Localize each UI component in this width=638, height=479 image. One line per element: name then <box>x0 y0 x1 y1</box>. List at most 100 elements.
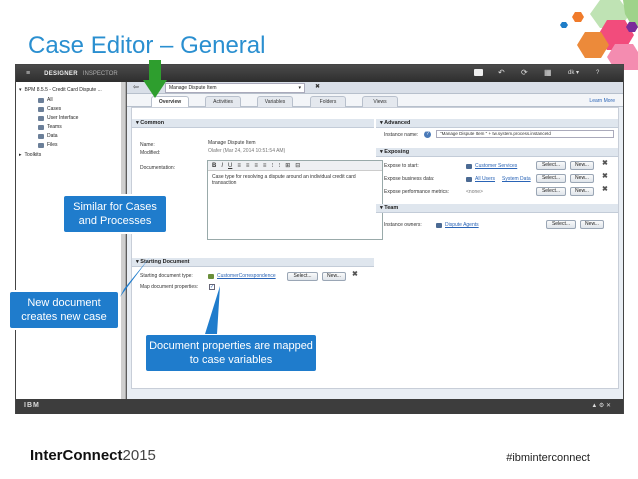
tree-item-files[interactable]: Files <box>38 142 58 148</box>
files-icon <box>38 142 44 148</box>
team-icon <box>466 177 472 182</box>
instance-owners-label: Instance owners: <box>384 222 422 228</box>
dropdown-icon[interactable]: ▾ <box>298 85 301 91</box>
callout-new-document: New document creates new case <box>8 290 120 330</box>
hexagon-decoration <box>560 0 638 70</box>
new-button[interactable]: New... <box>570 174 594 183</box>
instance-owners-link[interactable]: Dispute Agents <box>445 222 479 228</box>
section-common[interactable]: ▾ Common <box>132 119 374 128</box>
tree-toolkits[interactable]: ▸ Toolkits <box>19 152 41 158</box>
section-starting-document[interactable]: ▾ Starting Document <box>132 258 374 267</box>
tab-variables[interactable]: Variables <box>257 96 293 107</box>
remove-icon[interactable]: ✖ <box>602 172 608 180</box>
refresh-icon[interactable]: ⟳ <box>521 69 528 77</box>
tab-activities[interactable]: Activities <box>205 96 241 107</box>
expand-icon: ▾ <box>19 87 22 93</box>
remove-icon[interactable]: ✖ <box>602 159 608 167</box>
status-icons: ▲ ⚙ ✕ <box>591 403 611 409</box>
top-toolbar: ≡ DESIGNER INSPECTOR ↶ ⟳ ▦ dk ▾ ? <box>16 65 623 82</box>
remove-icon[interactable]: ✖ <box>352 270 358 278</box>
justify-button[interactable]: ≡ <box>263 163 267 169</box>
bullet-list-button[interactable]: ⁝ <box>271 162 273 169</box>
ui-icon <box>38 115 44 121</box>
callout-pointer <box>205 286 220 334</box>
scrollbar[interactable] <box>121 82 125 399</box>
designer-tab[interactable]: DESIGNER <box>44 71 78 77</box>
new-button[interactable]: New... <box>570 161 594 170</box>
designer-window: ≡ DESIGNER INSPECTOR ↶ ⟳ ▦ dk ▾ ? ▾ BPM 8… <box>15 64 624 414</box>
select-button[interactable]: Select... <box>546 220 576 229</box>
new-button[interactable]: New... <box>322 272 346 281</box>
section-team[interactable]: ▾ Team <box>376 204 618 213</box>
italic-button[interactable]: I <box>221 163 223 169</box>
callout-document-properties: Document properties are mapped to case v… <box>144 333 318 373</box>
data-icon <box>38 133 44 139</box>
new-button[interactable]: New... <box>580 220 604 229</box>
expose-metrics-label: Expose performance metrics: <box>384 189 450 195</box>
interconnect-year: 2015 <box>122 447 156 464</box>
back-arrow-icon[interactable]: ⇦ <box>133 83 139 91</box>
undo-icon[interactable]: ↶ <box>498 69 505 77</box>
help-icon[interactable]: ? <box>596 69 599 77</box>
modified-label: Modified: <box>140 150 161 156</box>
expose-data-link[interactable]: All Users <box>475 176 495 182</box>
section-exposing[interactable]: ▾ Exposing <box>376 148 618 157</box>
instance-name-label: Instance name: <box>384 132 419 138</box>
new-button[interactable]: New... <box>570 187 594 196</box>
snapshot-icon[interactable] <box>474 69 483 76</box>
tab-views[interactable]: Views <box>362 96 398 107</box>
underline-button[interactable]: U <box>228 163 232 169</box>
starting-doc-type-link[interactable]: CustomerCorrespondence <box>217 273 276 279</box>
tree-item-data[interactable]: Data <box>38 133 58 139</box>
document-tab-bar: ⇦ Manage Dispute Item ▾ ✖ <box>127 82 623 94</box>
indent-button[interactable]: ⊞ <box>285 162 290 169</box>
tab-folders[interactable]: Folders <box>310 96 346 107</box>
tree-item-all[interactable]: All <box>38 97 53 103</box>
outdent-button[interactable]: ⊟ <box>295 162 300 169</box>
bold-button[interactable]: B <box>212 163 216 169</box>
case-icon <box>38 106 44 112</box>
name-label: Name: <box>140 142 155 148</box>
ibm-logo: IBM <box>24 402 40 409</box>
menu-icon[interactable]: ≡ <box>26 70 30 77</box>
align-right-button[interactable]: ≡ <box>254 163 258 169</box>
name-value[interactable]: Manage Dispute Item <box>208 140 256 146</box>
select-button[interactable]: Select... <box>536 161 566 170</box>
documentation-text[interactable]: Case type for resolving a dispute around… <box>212 174 378 186</box>
select-button[interactable]: Select... <box>536 174 566 183</box>
status-bar: IBM ▲ ⚙ ✕ <box>16 399 623 414</box>
select-button[interactable]: Select... <box>287 272 318 281</box>
expose-start-label: Expose to start: <box>384 163 419 169</box>
help-icon[interactable]: ? <box>424 131 431 138</box>
library-tree: ▾ BPM 8.5.5 - Credit Card Dispute ... All… <box>16 82 126 399</box>
document-tab[interactable]: Manage Dispute Item ▾ <box>165 83 305 93</box>
grid-icon[interactable]: ▦ <box>544 69 552 77</box>
align-left-button[interactable]: ≡ <box>237 163 241 169</box>
number-list-button[interactable]: ⁝ <box>278 162 280 169</box>
user-menu[interactable]: dk ▾ <box>568 69 579 77</box>
team-icon <box>38 124 44 130</box>
close-tab-icon[interactable]: ✖ <box>315 83 320 90</box>
document-icon <box>208 274 214 279</box>
editor-toolbar: B I U ≡ ≡ ≡ ≡ ⁝ ⁝ ⊞ ⊟ <box>208 161 382 171</box>
documentation-editor[interactable]: B I U ≡ ≡ ≡ ≡ ⁝ ⁝ ⊞ ⊟ Case type for reso… <box>207 160 383 240</box>
remove-icon[interactable]: ✖ <box>602 185 608 193</box>
tab-bar: Overview Activities Variables Folders Vi… <box>127 94 623 108</box>
expose-data-link-2[interactable]: System Data <box>502 176 531 182</box>
callout-pointer <box>120 257 150 297</box>
section-advanced[interactable]: ▾ Advanced <box>376 119 618 128</box>
tree-root[interactable]: ▾ BPM 8.5.5 - Credit Card Dispute ... <box>19 87 102 93</box>
expose-start-link[interactable]: Customer Services <box>475 163 517 169</box>
learn-more-link[interactable]: Learn More <box>589 98 615 104</box>
documentation-label: Documentation: <box>140 165 176 171</box>
tree-item-ui[interactable]: User Interface <box>38 115 78 121</box>
expose-data-label: Expose business data: <box>384 176 435 182</box>
inspector-tab[interactable]: INSPECTOR <box>83 71 118 77</box>
align-center-button[interactable]: ≡ <box>246 163 250 169</box>
callout-cases: Similar for Cases and Processes <box>62 194 168 234</box>
tree-item-teams[interactable]: Teams <box>38 124 62 130</box>
select-button[interactable]: Select... <box>536 187 566 196</box>
expose-metrics-value: <none> <box>466 189 483 195</box>
instance-name-input[interactable]: "Manage Dispute Item " + tw.system.proce… <box>436 130 614 138</box>
tree-item-cases[interactable]: Cases <box>38 106 61 112</box>
